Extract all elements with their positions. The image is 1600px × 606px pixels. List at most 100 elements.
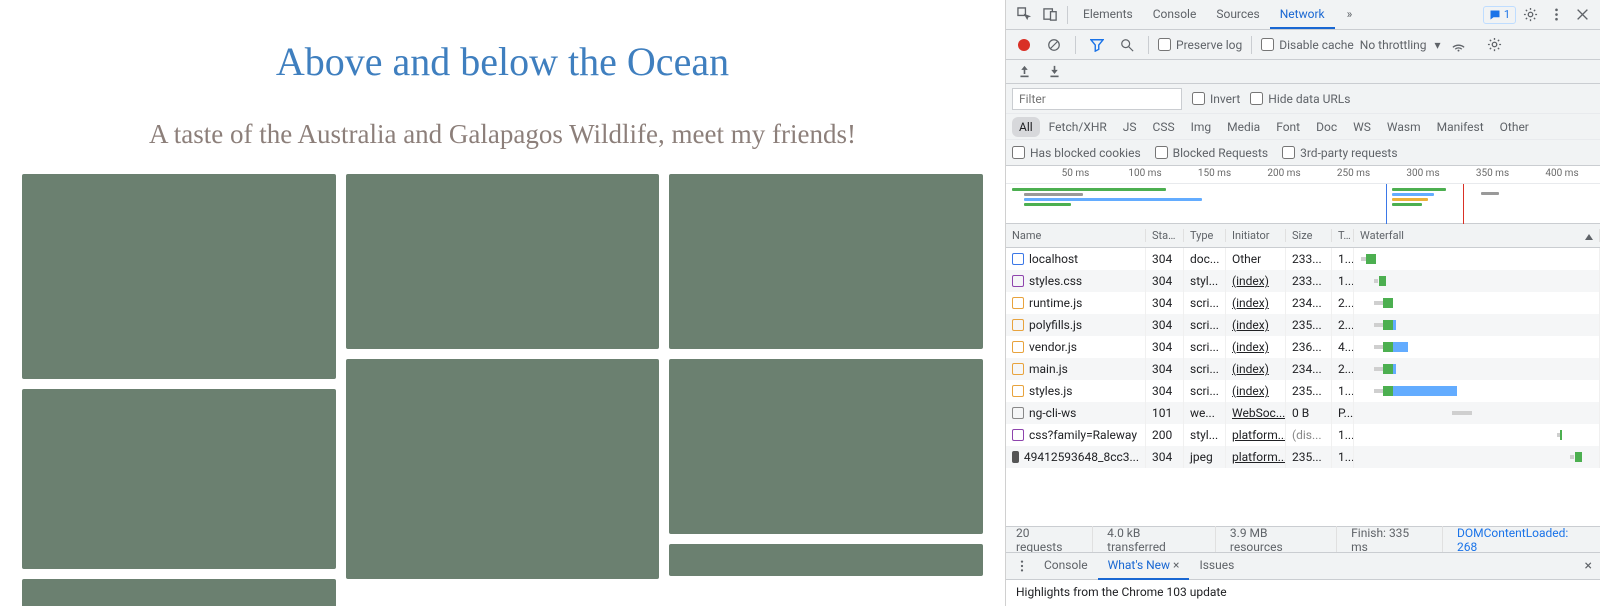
- type-filter-doc[interactable]: Doc: [1309, 117, 1344, 137]
- table-row[interactable]: css?family=Raleway200styl...platform...(…: [1006, 424, 1600, 446]
- export-har-icon[interactable]: [1012, 60, 1036, 84]
- import-har-icon[interactable]: [1042, 60, 1066, 84]
- network-overview[interactable]: 50 ms 100 ms 150 ms 200 ms 250 ms 300 ms 350 m…: [1006, 166, 1600, 224]
- table-row[interactable]: runtime.js304scri...(index)234...2...: [1006, 292, 1600, 314]
- drawer-tab-console[interactable]: Console: [1034, 552, 1098, 580]
- more-tabs-button[interactable]: »: [1337, 1, 1363, 29]
- hide-data-urls-checkbox[interactable]: Hide data URLs: [1250, 92, 1350, 106]
- close-devtools-icon[interactable]: [1570, 3, 1594, 27]
- file-type-icon: [1012, 297, 1024, 309]
- chevron-down-icon: ▾: [1435, 38, 1441, 52]
- status-transferred: 4.0 kB transferred: [1107, 526, 1216, 554]
- preserve-log-checkbox[interactable]: Preserve log: [1158, 38, 1242, 52]
- tab-sources[interactable]: Sources: [1206, 1, 1269, 29]
- tab-network[interactable]: Network: [1270, 1, 1335, 29]
- status-requests: 20 requests: [1016, 526, 1093, 554]
- gallery-image[interactable]: [346, 359, 660, 579]
- sort-indicator-icon: [1585, 234, 1593, 240]
- type-filter-bar: AllFetch/XHRJSCSSImgMediaFontDocWSWasmMa…: [1006, 114, 1600, 140]
- disable-cache-checkbox[interactable]: Disable cache: [1261, 38, 1354, 52]
- ruler-tick: 250 ms: [1337, 168, 1370, 179]
- record-button[interactable]: [1012, 33, 1036, 57]
- inspect-element-icon[interactable]: [1012, 3, 1036, 27]
- type-filter-media[interactable]: Media: [1220, 117, 1267, 137]
- ruler-tick: 50 ms: [1062, 168, 1090, 179]
- network-toolbar: Preserve log Disable cache No throttling…: [1006, 30, 1600, 60]
- type-filter-fetchxhr[interactable]: Fetch/XHR: [1042, 117, 1114, 137]
- type-filter-other[interactable]: Other: [1493, 117, 1536, 137]
- table-row[interactable]: vendor.js304scri...(index)236...4...: [1006, 336, 1600, 358]
- drawer-tab-whatsnew[interactable]: What's New ×: [1098, 552, 1190, 580]
- status-bar: 20 requests 4.0 kB transferred 3.9 MB re…: [1006, 526, 1600, 552]
- gallery-image[interactable]: [346, 174, 660, 349]
- table-header[interactable]: Name Stat.. Type Initiator Size T... Wat…: [1006, 224, 1600, 248]
- ruler-tick: 350 ms: [1476, 168, 1509, 179]
- main-tabs: ElementsConsoleSourcesNetwork: [1073, 1, 1335, 29]
- drawer-body: Highlights from the Chrome 103 update: [1006, 580, 1600, 606]
- requests-table: Name Stat.. Type Initiator Size T... Wat…: [1006, 224, 1600, 526]
- file-type-icon: [1012, 363, 1024, 375]
- table-row[interactable]: main.js304scri...(index)234...2...: [1006, 358, 1600, 380]
- clear-button[interactable]: [1042, 33, 1066, 57]
- type-filter-img[interactable]: Img: [1184, 117, 1219, 137]
- type-filter-ws[interactable]: WS: [1346, 117, 1378, 137]
- type-filter-manifest[interactable]: Manifest: [1430, 117, 1491, 137]
- filter-bar: Invert Hide data URLs: [1006, 84, 1600, 114]
- file-type-icon: [1012, 429, 1024, 441]
- file-type-icon: [1012, 341, 1024, 353]
- type-filter-css[interactable]: CSS: [1146, 117, 1182, 137]
- filter-icon[interactable]: [1085, 33, 1109, 57]
- extra-filter-row: Has blocked cookies Blocked Requests 3rd…: [1006, 140, 1600, 166]
- ruler-tick: 200 ms: [1267, 168, 1300, 179]
- throttling-select[interactable]: No throttling▾: [1360, 38, 1441, 52]
- issues-badge[interactable]: 1: [1483, 6, 1516, 24]
- settings-icon[interactable]: [1483, 33, 1507, 57]
- invert-checkbox[interactable]: Invert: [1192, 92, 1240, 106]
- filter-input[interactable]: [1012, 88, 1182, 110]
- close-drawer-icon[interactable]: ×: [1581, 556, 1596, 576]
- search-icon[interactable]: [1115, 33, 1139, 57]
- gallery-image[interactable]: [22, 174, 336, 379]
- table-row[interactable]: ng-cli-ws101we...WebSoc...0 BP...: [1006, 402, 1600, 424]
- gallery-image[interactable]: [669, 544, 983, 576]
- type-filter-font[interactable]: Font: [1269, 117, 1307, 137]
- devtools-panel: ElementsConsoleSourcesNetwork » 1 Preser…: [1005, 0, 1600, 606]
- gallery-image[interactable]: [22, 389, 336, 569]
- file-type-icon: [1012, 451, 1019, 463]
- ruler-tick: 100 ms: [1128, 168, 1161, 179]
- network-conditions-icon[interactable]: [1447, 33, 1471, 57]
- type-filter-js[interactable]: JS: [1116, 117, 1144, 137]
- tab-elements[interactable]: Elements: [1073, 1, 1143, 29]
- drawer-tabbar: ConsoleWhat's New ×Issues ×: [1006, 552, 1600, 580]
- kebab-menu-icon[interactable]: [1010, 554, 1034, 578]
- kebab-menu-icon[interactable]: [1544, 3, 1568, 27]
- page-subtitle: A taste of the Australia and Galapagos W…: [22, 119, 983, 150]
- table-row[interactable]: localhost304doc...Other233...1...: [1006, 248, 1600, 270]
- ruler-tick: 300 ms: [1406, 168, 1439, 179]
- file-type-icon: [1012, 407, 1024, 419]
- table-row[interactable]: 49412593648_8cc3...304jpegplatform...235…: [1006, 446, 1600, 468]
- file-type-icon: [1012, 275, 1024, 287]
- blocked-requests-checkbox[interactable]: Blocked Requests: [1155, 146, 1268, 160]
- status-resources: 3.9 MB resources: [1230, 526, 1337, 554]
- ruler-tick: 400 ms: [1545, 168, 1578, 179]
- file-type-icon: [1012, 253, 1024, 265]
- gallery-image[interactable]: [22, 579, 336, 606]
- toggle-device-icon[interactable]: [1038, 3, 1062, 27]
- type-filter-wasm[interactable]: Wasm: [1380, 117, 1428, 137]
- status-dcl: DOMContentLoaded: 268: [1457, 526, 1590, 554]
- settings-icon[interactable]: [1518, 3, 1542, 27]
- gallery-image[interactable]: [669, 359, 983, 534]
- tab-console[interactable]: Console: [1143, 1, 1207, 29]
- ruler-tick: 150 ms: [1198, 168, 1231, 179]
- table-row[interactable]: styles.css304styl...(index)233...1...: [1006, 270, 1600, 292]
- file-type-icon: [1012, 319, 1024, 331]
- third-party-checkbox[interactable]: 3rd-party requests: [1282, 146, 1397, 160]
- type-filter-all[interactable]: All: [1012, 117, 1040, 137]
- table-row[interactable]: polyfills.js304scri...(index)235...2...: [1006, 314, 1600, 336]
- table-row[interactable]: styles.js304scri...(index)235...1...: [1006, 380, 1600, 402]
- blocked-cookies-checkbox[interactable]: Has blocked cookies: [1012, 146, 1141, 160]
- gallery-image[interactable]: [669, 174, 983, 349]
- import-export-bar: [1006, 60, 1600, 84]
- drawer-tab-issues[interactable]: Issues: [1189, 552, 1244, 580]
